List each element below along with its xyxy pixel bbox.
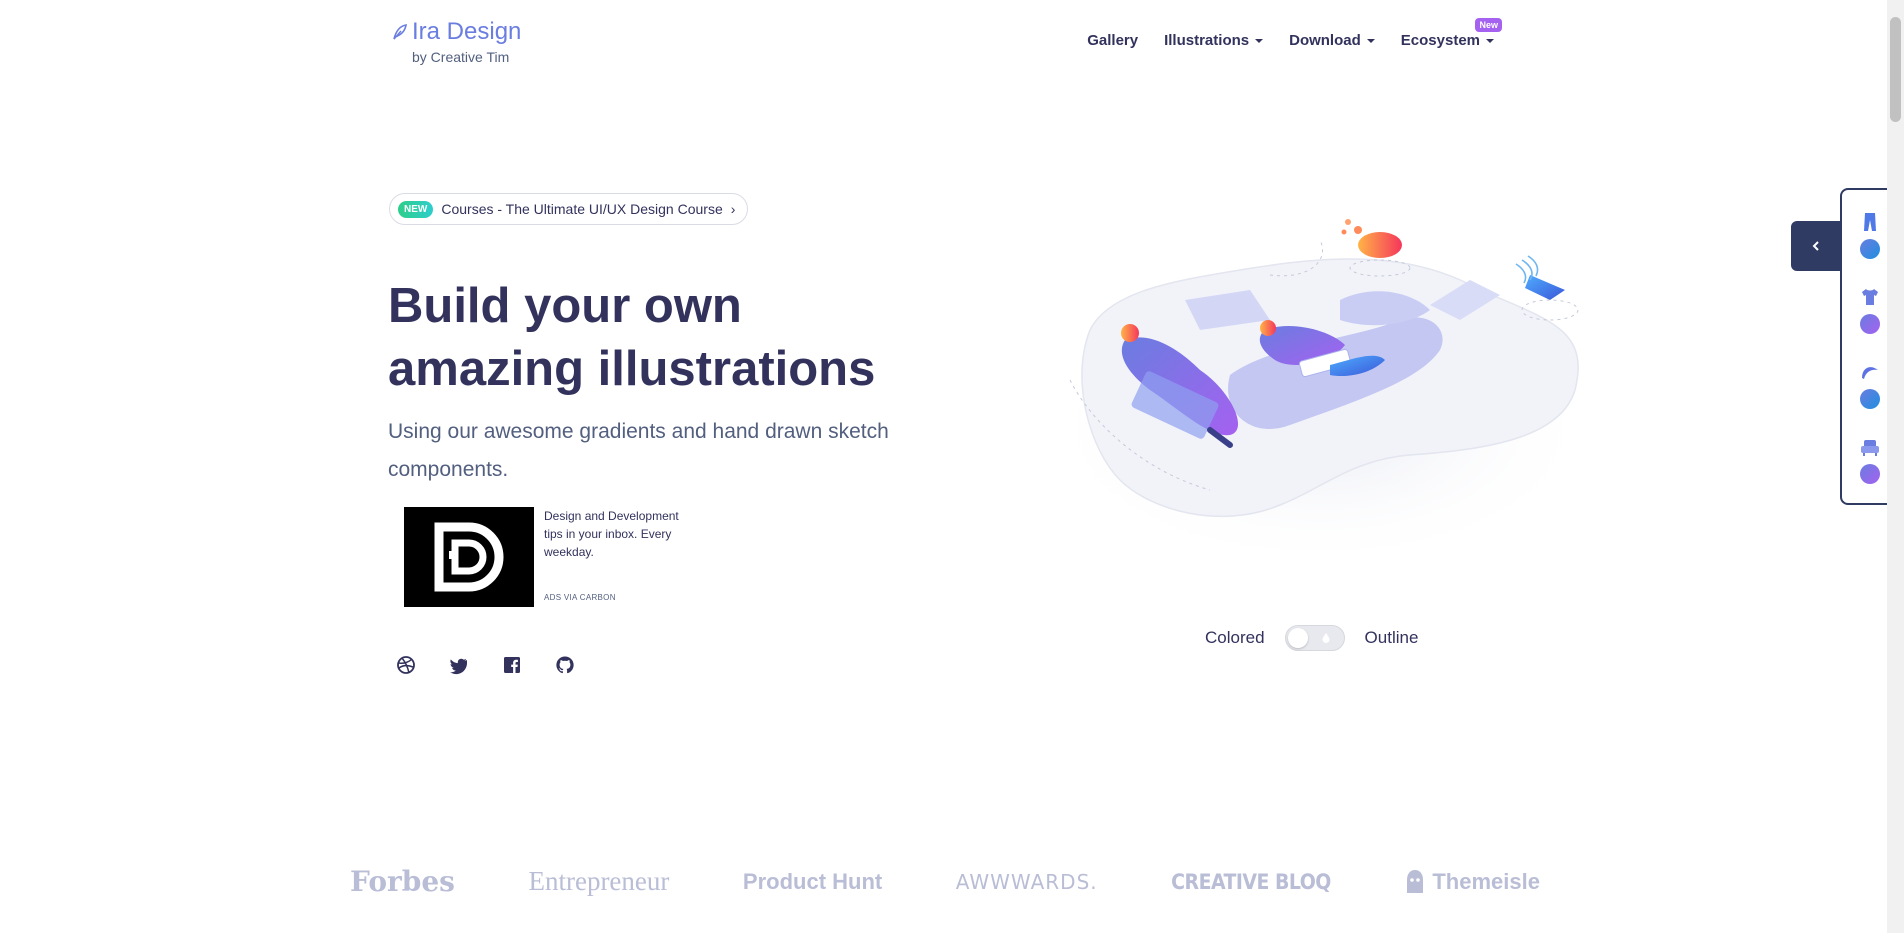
swatch-shirt[interactable] — [1860, 287, 1890, 337]
colored-outline-switch[interactable] — [1284, 625, 1345, 651]
caret-down-icon — [1255, 38, 1264, 43]
gradient-dot-purple — [1860, 464, 1880, 484]
toggle-colored-label: Colored — [1205, 628, 1265, 647]
chevron-right-icon: › — [730, 201, 736, 217]
nav-download-dropdown[interactable]: Download — [1289, 32, 1375, 49]
social-links — [396, 655, 575, 675]
page-scrollbar[interactable] — [1887, 0, 1904, 933]
dd-logo-icon — [434, 522, 504, 592]
ad-text[interactable]: Design and Development tips in your inbo… — [544, 507, 684, 561]
github-icon[interactable] — [555, 655, 575, 675]
sofa-icon — [1861, 440, 1879, 456]
side-panel-toggle-button[interactable] — [1791, 221, 1841, 271]
logo-forbes: Forbes — [350, 865, 455, 898]
course-promo-link[interactable]: NEW Courses - The Ultimate UI/UX Design … — [389, 193, 749, 225]
twitter-icon[interactable] — [449, 655, 469, 675]
scrollbar-thumb[interactable] — [1890, 17, 1901, 122]
gradient-dot-blue — [1860, 239, 1880, 259]
brand-title: Ira Design — [412, 18, 522, 45]
hero-illustration — [1040, 219, 1600, 570]
nav-illustrations-dropdown[interactable]: Illustrations — [1164, 32, 1264, 49]
promo-new-badge: NEW — [398, 200, 434, 218]
logo-entrepreneur: Entrepreneur — [528, 866, 670, 896]
brand-subtitle: by Creative Tim — [412, 49, 510, 65]
pants-icon — [1864, 213, 1876, 231]
ad-image[interactable] — [404, 507, 534, 607]
nav-ecosystem-dropdown[interactable]: Ecosystem New — [1401, 18, 1502, 49]
ads-via-carbon[interactable]: ADS VIA CARBON — [544, 589, 684, 607]
themeisle-icon — [1407, 869, 1424, 893]
promo-text: Courses - The Ultimate UI/UX Design Cour… — [441, 201, 723, 217]
shirt-icon — [1862, 289, 1878, 305]
feather-icon — [393, 24, 407, 40]
caret-down-icon — [1366, 38, 1375, 43]
facebook-icon[interactable] — [502, 655, 522, 675]
hair-icon — [1862, 367, 1878, 379]
style-toggle-row: Colored Outline — [1205, 625, 1418, 651]
featured-logos: Forbes Entrepreneur Product Hunt AWWWARD… — [350, 865, 1540, 898]
toggle-outline-label: Outline — [1364, 628, 1419, 647]
brand-logo[interactable]: Ira Design by Creative Tim — [392, 18, 521, 65]
carbon-ad[interactable]: Design and Development tips in your inbo… — [404, 507, 684, 607]
swatch-sofa[interactable] — [1860, 437, 1890, 487]
main-nav: Gallery Illustrations Download Ecosystem… — [1087, 18, 1502, 49]
droplet-icon — [1322, 633, 1330, 643]
swatch-pants[interactable] — [1860, 212, 1890, 262]
chevron-left-icon — [1812, 241, 1819, 251]
hero-title: Build your own amazing illustrations — [388, 279, 876, 396]
new-badge: New — [1475, 18, 1502, 32]
logo-themeisle-wrap: Themeisle — [1404, 869, 1540, 895]
color-picker-panel — [1840, 188, 1890, 505]
logo-creative-bloq: CREATIVE BLOQ — [1171, 869, 1331, 894]
logo-awwwards: AWWWARDS. — [955, 869, 1098, 894]
switch-knob — [1287, 628, 1308, 648]
caret-down-icon — [1486, 38, 1494, 43]
logo-themeisle: Themeisle — [1432, 868, 1540, 894]
dribbble-icon[interactable] — [396, 655, 416, 675]
nav-gallery[interactable]: Gallery — [1087, 32, 1138, 49]
gradient-dot-blue — [1860, 389, 1880, 409]
gradient-dot-purple — [1860, 314, 1880, 334]
swatch-hair[interactable] — [1860, 362, 1890, 412]
logo-product-hunt: Product Hunt — [742, 868, 883, 894]
hero-subtitle: Using our awesome gradients and hand dra… — [388, 420, 889, 481]
